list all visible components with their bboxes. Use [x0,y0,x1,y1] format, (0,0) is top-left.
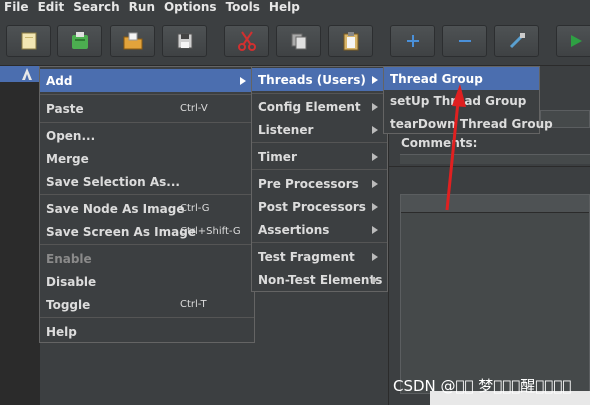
variables-table-header [401,195,589,213]
shortcut-label: Ctrl-V [180,103,208,114]
paste-icon [343,32,358,51]
toggle-icon [509,33,525,49]
menu-item-enable: Enable [46,251,92,266]
submenu-item-listener[interactable]: Listener [252,118,387,141]
submenu-arrow-icon [372,252,378,261]
submenu-item-non-test-elements[interactable]: Non-Test Elements [252,268,387,291]
menu-item-help[interactable]: Help [40,320,254,343]
collapse-button[interactable] [442,25,487,57]
menu-tools[interactable]: Tools [226,1,260,13]
menu-search[interactable]: Search [73,1,119,13]
submenu-item-thread-group[interactable]: Thread Group [384,67,539,90]
submenu-item-test-fragment[interactable]: Test Fragment [252,245,387,268]
submenu-arrow-icon [372,179,378,188]
menu-edit[interactable]: Edit [38,1,65,13]
menu-item-add[interactable]: Add [40,69,254,92]
shortcut-label: Ctrl+Shift-G [180,226,241,237]
start-icon [571,35,582,47]
cut-icon [237,31,256,51]
templates-icon [71,32,88,49]
comments-label: Comments: [401,136,478,150]
threads-submenu: Thread Group setUp Thread Group tearDown… [383,66,553,135]
submenu-item-post-processors[interactable]: Post Processors [252,195,387,218]
expand-icon [406,35,419,47]
menu-item-toggle[interactable]: Toggle Ctrl-T [40,293,254,316]
copy-button[interactable] [276,25,321,57]
submenu-arrow-icon [372,225,378,234]
menu-file[interactable]: File [4,1,29,13]
submenu-arrow-icon [372,152,378,161]
submenu-item-threads-users[interactable]: Threads (Users) [252,68,387,91]
open-icon [123,32,142,50]
submenu-arrow-icon [372,275,378,284]
save-button[interactable] [162,25,207,57]
menu-item-open[interactable]: Open... [40,124,254,147]
expand-button[interactable] [390,25,435,57]
new-button[interactable] [6,25,51,57]
menu-item-paste[interactable]: Paste Ctrl-V [40,97,254,120]
menu-item-disable[interactable]: Disable [40,270,254,293]
menu-run[interactable]: Run [129,1,155,13]
shortcut-label: Ctrl-T [180,299,207,310]
menu-item-merge[interactable]: Merge [40,147,254,170]
menu-bar: File Edit Search Run Options Tools Help [0,0,590,14]
submenu-arrow-icon [372,75,378,84]
submenu-item-assertions[interactable]: Assertions [252,218,387,241]
start-button[interactable] [556,25,590,57]
save-icon [177,33,192,49]
toolbar [0,16,590,66]
collapse-icon [458,40,471,42]
templates-button[interactable] [57,25,102,57]
submenu-item-setup-thread-group[interactable]: setUp Thread Group [384,89,539,112]
submenu-arrow-icon [240,76,246,85]
submenu-arrow-icon [372,125,378,134]
cut-button[interactable] [224,25,269,57]
submenu-item-teardown-thread-group[interactable]: tearDown Thread Group [384,112,553,135]
context-menu: Add Paste Ctrl-V Open... Merge Save Selec… [39,66,255,343]
test-plan-tree[interactable] [0,66,110,405]
variables-table[interactable] [400,194,590,394]
paste-button[interactable] [328,25,373,57]
submenu-arrow-icon [372,102,378,111]
submenu-item-config-element[interactable]: Config Element [252,95,387,118]
menu-help[interactable]: Help [269,1,300,13]
submenu-arrow-icon [372,202,378,211]
menu-item-save-selection-as[interactable]: Save Selection As... [40,170,254,193]
test-plan-icon [22,68,32,80]
menu-item-save-screen-as-image[interactable]: Save Screen As Image Ctrl+Shift-G [40,220,254,243]
shortcut-label: Ctrl-G [180,203,210,214]
submenu-item-timer[interactable]: Timer [252,145,387,168]
new-icon [21,32,36,50]
toggle-button[interactable] [494,25,539,57]
comments-field[interactable] [400,154,590,164]
menu-options[interactable]: Options [164,1,217,13]
add-submenu: Threads (Users) Config Element Listener … [251,66,388,292]
panel-separator [388,166,590,167]
open-button[interactable] [110,25,155,57]
submenu-item-pre-processors[interactable]: Pre Processors [252,172,387,195]
menu-item-save-node-as-image[interactable]: Save Node As Image Ctrl-G [40,197,254,220]
copy-icon [291,33,306,50]
watermark: CSDN @   梦   醒     [393,377,572,395]
